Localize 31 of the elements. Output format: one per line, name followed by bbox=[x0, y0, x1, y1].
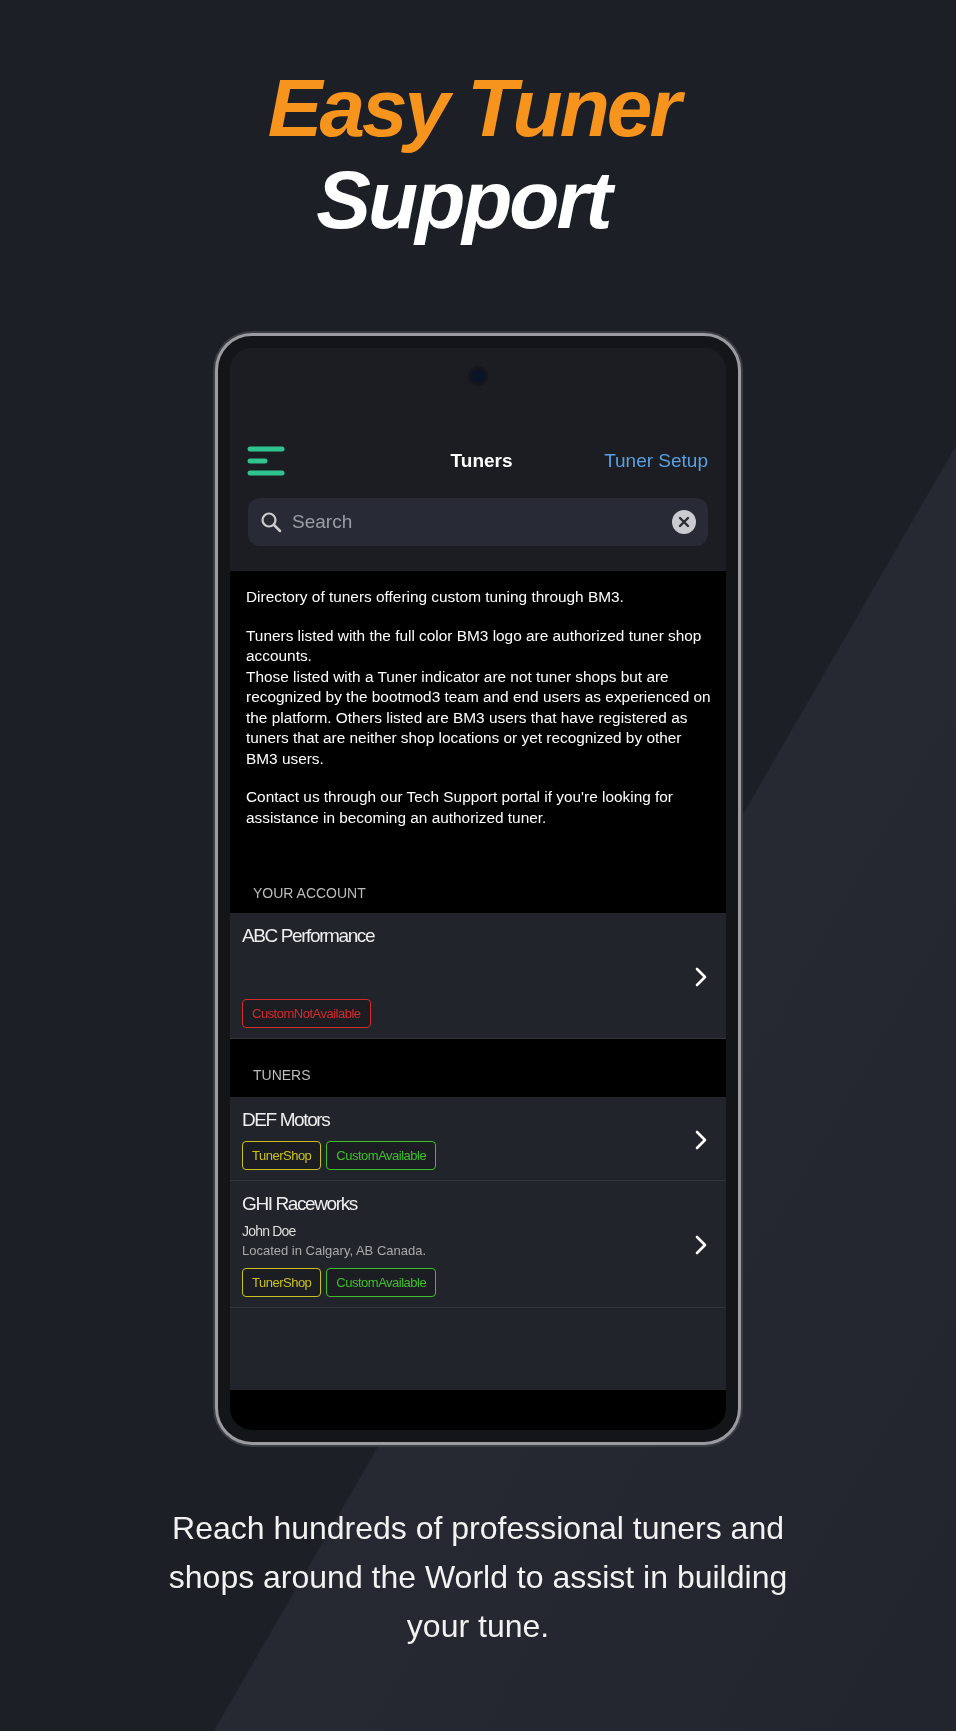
status-tag: TunerShop bbox=[242, 1141, 322, 1170]
contact-name: John Doe bbox=[242, 1223, 297, 1239]
tuner-row[interactable]: GHI Raceworks John Doe Located in Calgary, AB Canada. TunerShop CustomAvailable bbox=[230, 1181, 726, 1308]
headline: Easy Tuner bbox=[263, 62, 693, 154]
headline: Support bbox=[312, 154, 624, 246]
info-text: Tuners listed with the full color BM3 logo are authorized tuner shop accounts. bbox=[246, 625, 703, 666]
status-tag: TunerShop bbox=[242, 1268, 322, 1297]
screen-title: Tuners bbox=[450, 450, 513, 472]
tuner-name: ABC Performance bbox=[242, 925, 376, 947]
info-text: Those listed with a Tuner indicator are not tuner shops but are recognized by the bootmod3 team and end users as experienced on the platform. Others listed are BM3 users that have registered as tuners that are neither shop locations or yet recognized by other BM3 users. bbox=[246, 666, 712, 769]
chevron-icon bbox=[694, 1128, 708, 1151]
tuner-row[interactable]: ABC Performance CustomNotAvailable bbox=[230, 913, 726, 1039]
section-title: TUNERS bbox=[253, 1067, 311, 1083]
chevron-icon bbox=[694, 1234, 708, 1256]
status-tag: CustomNotAvailable bbox=[242, 999, 371, 1028]
section-title: YOUR ACCOUNT bbox=[253, 885, 366, 901]
clear-icon[interactable] bbox=[672, 510, 696, 534]
search-icon bbox=[260, 511, 282, 533]
tuner-name: DEF Motors bbox=[242, 1109, 331, 1131]
tuner-name: GHI Raceworks bbox=[242, 1193, 359, 1215]
tuner-setup-link[interactable]: Tuner Setup bbox=[604, 450, 708, 472]
location-text: Located in Calgary, AB Canada. bbox=[242, 1243, 428, 1258]
status-tag: CustomAvailable bbox=[326, 1268, 437, 1297]
info-text: Contact us through our Tech Support portal if you're looking for assistance in becoming an authorized tuner. bbox=[246, 787, 674, 828]
caption: Reach hundreds of professional tuners and shops around the World to assist in building your tune. bbox=[167, 1509, 789, 1646]
tuner-row[interactable]: DEF Motors TunerShop CustomAvailable bbox=[230, 1097, 726, 1181]
info-text: Directory of tuners offering custom tuning through BM3. bbox=[246, 587, 625, 607]
status-tag: CustomAvailable bbox=[326, 1141, 437, 1170]
search-field[interactable]: Search bbox=[248, 498, 708, 546]
menu-icon[interactable] bbox=[247, 446, 285, 476]
chevron-icon bbox=[694, 965, 708, 988]
